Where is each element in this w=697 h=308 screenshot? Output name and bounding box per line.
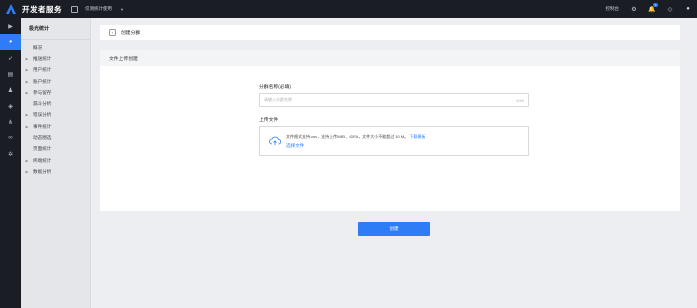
chevron-right-icon: ▶: [25, 68, 29, 73]
sidebar-item[interactable]: ▶ 参与留存: [21, 87, 90, 98]
sidebar-item-label: 漏斗分析: [33, 101, 52, 107]
chevron-down-icon: ▼: [120, 6, 124, 12]
app-grid-icon[interactable]: [71, 5, 78, 13]
sidebar-title: 极光统计: [21, 18, 90, 40]
card-title: 文件上传创建: [100, 50, 680, 66]
chevron-right-icon: ▶: [25, 79, 29, 84]
sidebar-item[interactable]: 概况: [21, 42, 90, 53]
icon-rail: ▶ ◕ ➶ ▤ ♟ ◈ ⋔ ∞ ✲: [0, 18, 21, 308]
chevron-right-icon: ▶: [25, 113, 29, 118]
logo-icon[interactable]: [4, 2, 18, 16]
sidebar-item[interactable]: ▶ 推送统计: [21, 53, 90, 64]
brand-title: 开发者服务: [22, 4, 62, 14]
back-button[interactable]: ‹: [109, 29, 116, 36]
app-name: 仅测统计使用: [85, 6, 112, 11]
sidebar-item-label: 终端统计: [33, 157, 52, 163]
network-icon[interactable]: ⋔: [0, 114, 21, 130]
stats-sidebar: 极光统计 概况 ▶ 推送统计 ▶ 用户统计 ▶ 账户统计 ▶ 参与留存漏斗分析 ▶ 错误分析 ▶ 事件统…: [21, 18, 91, 308]
sidebar-item-label: 数据分析: [33, 168, 52, 174]
link-icon[interactable]: ∞: [0, 130, 21, 146]
sidebar-item-label: 参与留存: [33, 89, 52, 95]
chevron-right-icon: ▶: [25, 56, 29, 61]
bell-icon[interactable]: 🔔 1: [643, 0, 661, 18]
chevron-right-icon: ▶: [25, 169, 29, 174]
stats-icon[interactable]: ◕: [0, 34, 21, 50]
segment-name-input[interactable]: 请输入分群名称 0/40: [259, 93, 529, 107]
chevron-right-icon: ▶: [25, 90, 29, 95]
segment-name-label: 分群名称(必填): [259, 84, 291, 90]
top-bar: 开发者服务 仅测统计使用 ▼ 控制台 ⚙ 🔔 1 ◇ ●: [0, 0, 697, 18]
cloud-upload-icon: [269, 136, 281, 145]
app-selector[interactable]: 仅测统计使用 ▼: [85, 6, 124, 12]
chevron-right-icon: ▶: [25, 158, 29, 163]
download-template-link[interactable]: 下载模板: [409, 134, 425, 139]
create-button[interactable]: 创建: [358, 222, 430, 236]
upload-file-label: 上传文件: [259, 117, 279, 123]
person-icon[interactable]: ♟: [0, 82, 21, 98]
page-title: 创建分群: [121, 31, 141, 36]
sidebar-item-label: 事件统计: [33, 123, 52, 129]
sidebar-item[interactable]: 动态圈选: [21, 132, 90, 143]
breadcrumb: ‹ 创建分群: [100, 25, 680, 40]
sidebar-item[interactable]: ▶ 用户统计: [21, 65, 90, 76]
upload-description: 文件格式支持.csv，支持上传IMEI、IDFA，文件大小不能超过 10 M。 …: [286, 133, 426, 139]
sidebar-item-label: 账户统计: [33, 78, 52, 84]
upload-dropzone[interactable]: 文件格式支持.csv，支持上传IMEI、IDFA，文件大小不能超过 10 M。 …: [259, 126, 529, 156]
console-link[interactable]: 控制台: [606, 6, 620, 12]
sidebar-item-label: 概况: [33, 44, 43, 50]
sidebar-item[interactable]: ▶ 账户统计: [21, 76, 90, 87]
message-icon[interactable]: ▤: [0, 66, 21, 82]
sidebar-item-label: 推送统计: [33, 55, 52, 61]
create-segment-form: 分群名称(必填) 请输入分群名称 0/40 上传文件 文件格式支持.csv，支持…: [259, 82, 529, 156]
rocket-icon[interactable]: ➶: [0, 50, 21, 66]
sidebar-item[interactable]: ▶ 终端统计: [21, 155, 90, 166]
sidebar-item[interactable]: ▶ 事件统计: [21, 121, 90, 132]
sidebar-item-label: 页面统计: [33, 146, 52, 152]
avatar-icon[interactable]: ●: [679, 0, 697, 18]
choose-file-link[interactable]: 选择文件: [286, 143, 425, 149]
char-counter: 0/40: [516, 97, 524, 103]
chevron-right-icon: ▶: [25, 124, 29, 129]
cube-icon[interactable]: ◈: [0, 98, 21, 114]
gear-icon[interactable]: ✲: [0, 146, 21, 162]
notification-badge: 1: [653, 3, 658, 7]
play-icon[interactable]: ▶: [0, 18, 21, 34]
diamond-icon[interactable]: ◇: [661, 0, 679, 18]
sidebar-item-label: 用户统计: [33, 67, 52, 73]
sidebar-item[interactable]: ▶ 错误分析: [21, 110, 90, 121]
sidebar-item[interactable]: 页面统计: [21, 144, 90, 155]
sidebar-item-label: 错误分析: [33, 112, 52, 118]
segment-name-placeholder: 请输入分群名称: [264, 97, 292, 102]
sidebar-item[interactable]: 漏斗分析: [21, 98, 90, 109]
sidebar-item[interactable]: ▶ 数据分析: [21, 166, 90, 177]
sidebar-item-label: 动态圈选: [33, 135, 52, 141]
settings-icon[interactable]: ⚙: [625, 0, 643, 18]
